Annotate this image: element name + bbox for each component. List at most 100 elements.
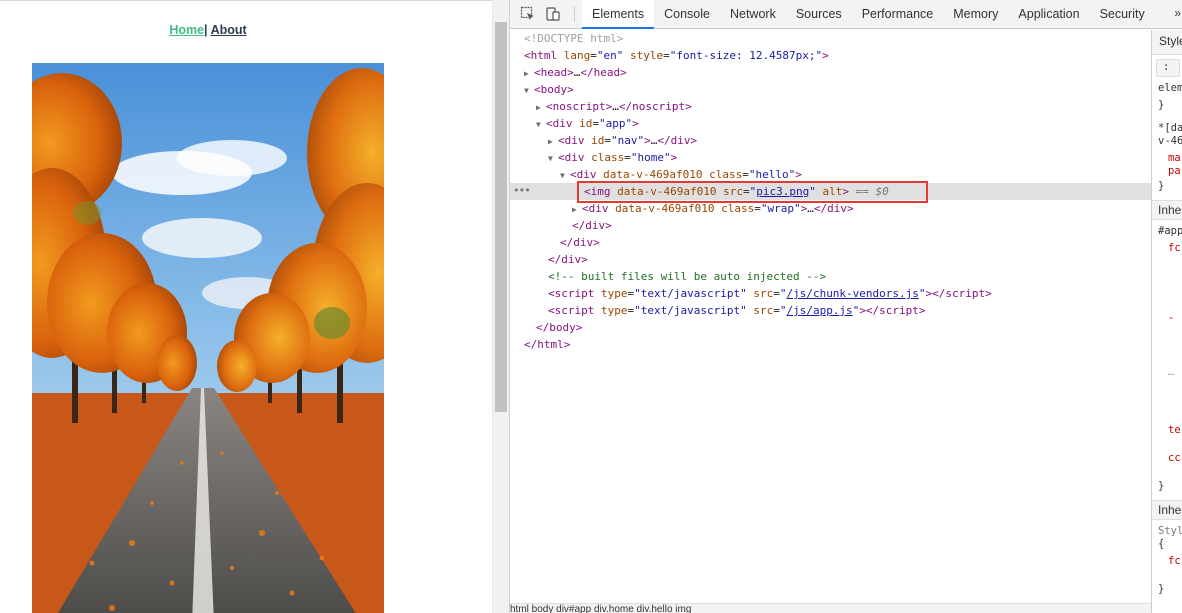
autumn-road-image — [32, 63, 384, 613]
tab-performance[interactable]: Performance — [852, 0, 944, 29]
page-scrollbar[interactable] — [492, 0, 509, 613]
collapse-arrow-icon[interactable]: ▼ — [560, 167, 570, 184]
inherited-header: Inher — [1152, 500, 1182, 520]
collapsed-ellipsis: … — [807, 202, 814, 215]
tree-line-comment[interactable]: <!-- built files will be auto injected -… — [548, 268, 826, 285]
tree-line-html[interactable]: <html lang="en" style="font-size: 12.458… — [524, 47, 829, 64]
script-src-link[interactable]: /js/chunk-vendors.js — [786, 287, 918, 300]
div-close-tag: div — [827, 202, 847, 215]
script-src-link[interactable]: /js/app.js — [786, 304, 852, 317]
nav-link-about[interactable]: About — [211, 23, 247, 37]
style-line: } — [1158, 480, 1165, 492]
tab-sources[interactable]: Sources — [786, 0, 852, 29]
style-line: Styl — [1158, 525, 1182, 537]
script-type-value: text/javascript — [640, 287, 741, 300]
style-property: fc — [1168, 555, 1181, 567]
doctype-text: <!DOCTYPE html> — [524, 32, 624, 45]
style-line: — — [1168, 368, 1175, 380]
nav-id-value: nav — [617, 134, 638, 147]
tree-line-div-app[interactable]: ▼ <div id="app"> — [536, 115, 639, 132]
style-line: *[da — [1158, 122, 1182, 134]
style-property: cc — [1168, 452, 1181, 464]
style-property: te — [1168, 424, 1181, 436]
inspect-element-icon[interactable] — [520, 6, 536, 22]
html-comment: <!-- built files will be auto injected -… — [548, 270, 827, 283]
tab-separator — [574, 6, 575, 22]
tree-line-close-div[interactable]: </div> — [560, 234, 600, 251]
nav-link-home[interactable]: Home — [169, 23, 204, 37]
style-line: #app — [1158, 225, 1182, 237]
breadcrumb[interactable]: html body div#app div.home div.hello img — [510, 603, 1151, 613]
style-property: - — [1168, 312, 1175, 324]
tree-line-div-nav[interactable]: ▶ <div id="nav">…</div> — [548, 132, 697, 149]
expand-arrow-icon[interactable]: ▶ — [548, 133, 558, 150]
more-tabs-icon[interactable]: » — [1174, 6, 1181, 20]
tree-line-div-home[interactable]: ▼ <div class="home"> — [548, 149, 677, 166]
div-tag-name: div — [564, 151, 585, 164]
body-tag-name: body — [540, 83, 568, 96]
tree-line-close-div[interactable]: </div> — [572, 217, 612, 234]
div-tag-name: div — [552, 117, 573, 130]
collapse-arrow-icon[interactable]: ▼ — [536, 116, 546, 133]
expand-arrow-icon[interactable]: ▶ — [536, 99, 546, 116]
nav-bar: Home| About — [0, 23, 416, 37]
expand-arrow-icon[interactable]: ▶ — [572, 201, 582, 218]
filter-text: : — [1163, 61, 1170, 73]
tab-memory[interactable]: Memory — [943, 0, 1008, 29]
devtools-panel: Elements Console Network Sources Perform… — [509, 0, 1182, 613]
collapse-arrow-icon[interactable]: ▼ — [524, 82, 534, 99]
styles-filter-input[interactable]: : — [1156, 59, 1180, 77]
html-tag-name: html — [530, 49, 558, 62]
tab-styles[interactable]: Styles — [1152, 30, 1182, 55]
tab-console[interactable]: Console — [654, 0, 720, 29]
devtools-tabs: Elements Console Network Sources Perform… — [582, 0, 1155, 29]
head-tag-name: head — [540, 66, 568, 79]
tree-line-noscript[interactable]: ▶ <noscript>…</noscript> — [536, 98, 692, 115]
tree-line-script-app[interactable]: <script type="text/javascript" src="/js/… — [548, 302, 926, 319]
style-line: elem — [1158, 82, 1182, 94]
styles-panel: Styles : elem } *[da v-46 ma pa } Inher … — [1151, 30, 1182, 613]
data-v-attribute: data-v-469af010 — [603, 168, 703, 181]
div-close-tag: div — [670, 134, 691, 147]
tab-security[interactable]: Security — [1090, 0, 1155, 29]
style-property: fc — [1168, 242, 1181, 254]
inherited-header: Inher — [1152, 200, 1182, 220]
tree-line-body[interactable]: ▼ <body> — [524, 81, 574, 98]
noscript-tag-name: noscript — [552, 100, 606, 113]
div-tag-name: div — [564, 134, 585, 147]
tab-application[interactable]: Application — [1008, 0, 1089, 29]
style-line: } — [1158, 180, 1165, 192]
head-close-tag: head — [593, 66, 621, 79]
tree-line-doctype[interactable]: <!DOCTYPE html> — [524, 30, 623, 47]
tree-line-head[interactable]: ▶ <head>…</head> — [524, 64, 627, 81]
collapsed-ellipsis: … — [612, 100, 619, 113]
elements-tree: <!DOCTYPE html> <html lang="en" style="f… — [510, 30, 1151, 603]
tab-elements[interactable]: Elements — [582, 0, 655, 29]
scrollbar-thumb[interactable] — [495, 22, 507, 412]
div-close-tag: div — [561, 253, 582, 266]
more-options-icon[interactable]: ••• — [513, 184, 531, 197]
home-class-value: home — [637, 151, 665, 164]
tree-line-close-body[interactable]: </body> — [536, 319, 582, 336]
expand-arrow-icon[interactable]: ▶ — [524, 65, 534, 82]
div-close-tag: div — [585, 219, 606, 232]
style-line: v-46 — [1158, 135, 1182, 147]
tree-line-script-vendors[interactable]: <script type="text/javascript" src="/js/… — [548, 285, 992, 302]
div-tag-name: div — [576, 168, 597, 181]
page-viewport: Home| About — [0, 0, 492, 613]
tab-network[interactable]: Network — [720, 0, 786, 29]
script-type-value: text/javascript — [640, 304, 741, 317]
html-style-value: font-size: 12.4587px; — [676, 49, 816, 62]
html-close-tag: html — [537, 338, 564, 351]
style-line: } — [1158, 583, 1165, 595]
style-property: pa — [1168, 165, 1181, 177]
device-toolbar-icon[interactable] — [545, 6, 561, 22]
html-lang-value: en — [603, 49, 617, 62]
autumn-road-picture — [32, 63, 384, 613]
highlight-box — [577, 181, 928, 203]
collapse-arrow-icon[interactable]: ▼ — [548, 150, 558, 167]
tree-line-close-html[interactable]: </html> — [524, 336, 570, 353]
noscript-close-tag: noscript — [632, 100, 686, 113]
tree-line-close-div[interactable]: </div> — [548, 251, 588, 268]
nav-separator: | — [204, 23, 208, 37]
